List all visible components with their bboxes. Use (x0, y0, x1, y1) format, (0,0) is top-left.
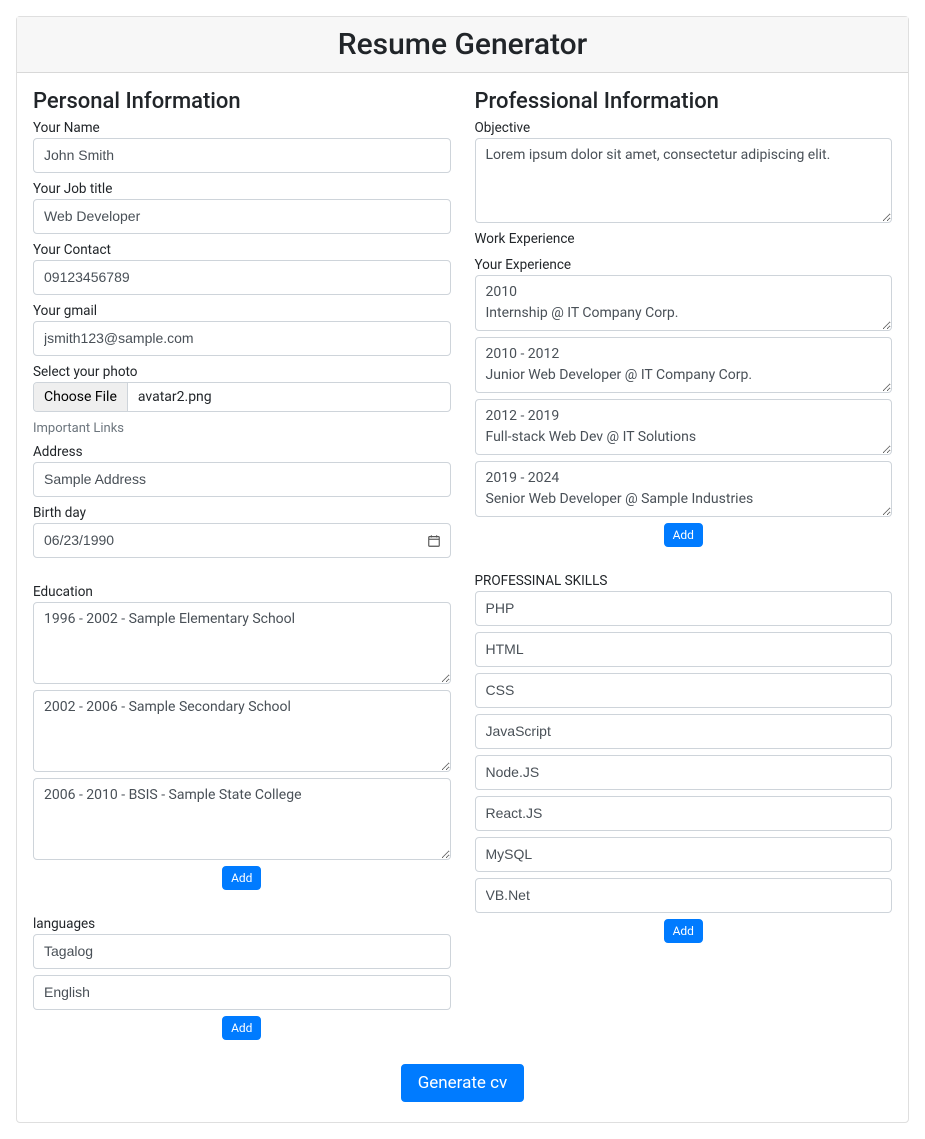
personal-column: Personal Information Your Name Your Job … (21, 89, 463, 1048)
address-label: Address (33, 444, 83, 460)
name-label: Your Name (33, 120, 100, 136)
languages-label: languages (33, 916, 95, 932)
skill-input[interactable] (475, 591, 893, 626)
file-name: avatar2.png (128, 383, 222, 411)
objective-input[interactable] (475, 138, 893, 223)
add-experience-button[interactable]: Add (664, 523, 703, 547)
language-input[interactable] (33, 934, 451, 969)
skill-input[interactable] (475, 837, 893, 872)
generate-cv-button[interactable]: Generate cv (401, 1064, 525, 1102)
workexperience-label: Work Experience (475, 231, 575, 247)
experience-input[interactable] (475, 461, 893, 517)
card-header: Resume Generator (17, 17, 908, 73)
jobtitle-input[interactable] (33, 199, 451, 234)
page-title: Resume Generator (33, 27, 892, 62)
resume-generator-card: Resume Generator Personal Information Yo… (16, 16, 909, 1123)
choose-file-button[interactable]: Choose File (34, 383, 128, 411)
yourexperience-label: Your Experience (475, 257, 572, 273)
important-links-label: Important Links (33, 421, 124, 436)
photo-label: Select your photo (33, 364, 138, 380)
skill-input[interactable] (475, 632, 893, 667)
contact-label: Your Contact (33, 242, 111, 258)
education-input[interactable] (33, 778, 451, 860)
experience-input[interactable] (475, 337, 893, 393)
personal-heading: Personal Information (33, 89, 451, 114)
birthday-label: Birth day (33, 505, 86, 521)
skill-input[interactable] (475, 673, 893, 708)
skills-section: PROFESSINAL SKILLS Add (475, 573, 893, 943)
card-body: Personal Information Your Name Your Job … (17, 73, 908, 1122)
gmail-label: Your gmail (33, 303, 97, 319)
professional-column: Professional Information Objective Work … (463, 89, 905, 1048)
skill-input[interactable] (475, 878, 893, 913)
skills-label: PROFESSINAL SKILLS (475, 573, 608, 589)
photo-file-picker[interactable]: Choose File avatar2.png (33, 382, 451, 412)
education-label: Education (33, 584, 93, 600)
add-education-button[interactable]: Add (222, 866, 261, 890)
skill-input[interactable] (475, 796, 893, 831)
contact-input[interactable] (33, 260, 451, 295)
add-language-button[interactable]: Add (222, 1016, 261, 1040)
skill-input[interactable] (475, 755, 893, 790)
experience-section: Your Experience Add (475, 257, 893, 547)
experience-input[interactable] (475, 275, 893, 331)
jobtitle-label: Your Job title (33, 181, 112, 197)
experience-input[interactable] (475, 399, 893, 455)
education-section: Education Add (33, 584, 451, 890)
education-input[interactable] (33, 602, 451, 684)
gmail-input[interactable] (33, 321, 451, 356)
language-input[interactable] (33, 975, 451, 1010)
objective-label: Objective (475, 120, 531, 136)
birthday-input[interactable] (33, 523, 451, 558)
professional-heading: Professional Information (475, 89, 893, 114)
education-input[interactable] (33, 690, 451, 772)
languages-section: languages Add (33, 916, 451, 1040)
address-input[interactable] (33, 462, 451, 497)
add-skill-button[interactable]: Add (664, 919, 703, 943)
skill-input[interactable] (475, 714, 893, 749)
name-input[interactable] (33, 138, 451, 173)
